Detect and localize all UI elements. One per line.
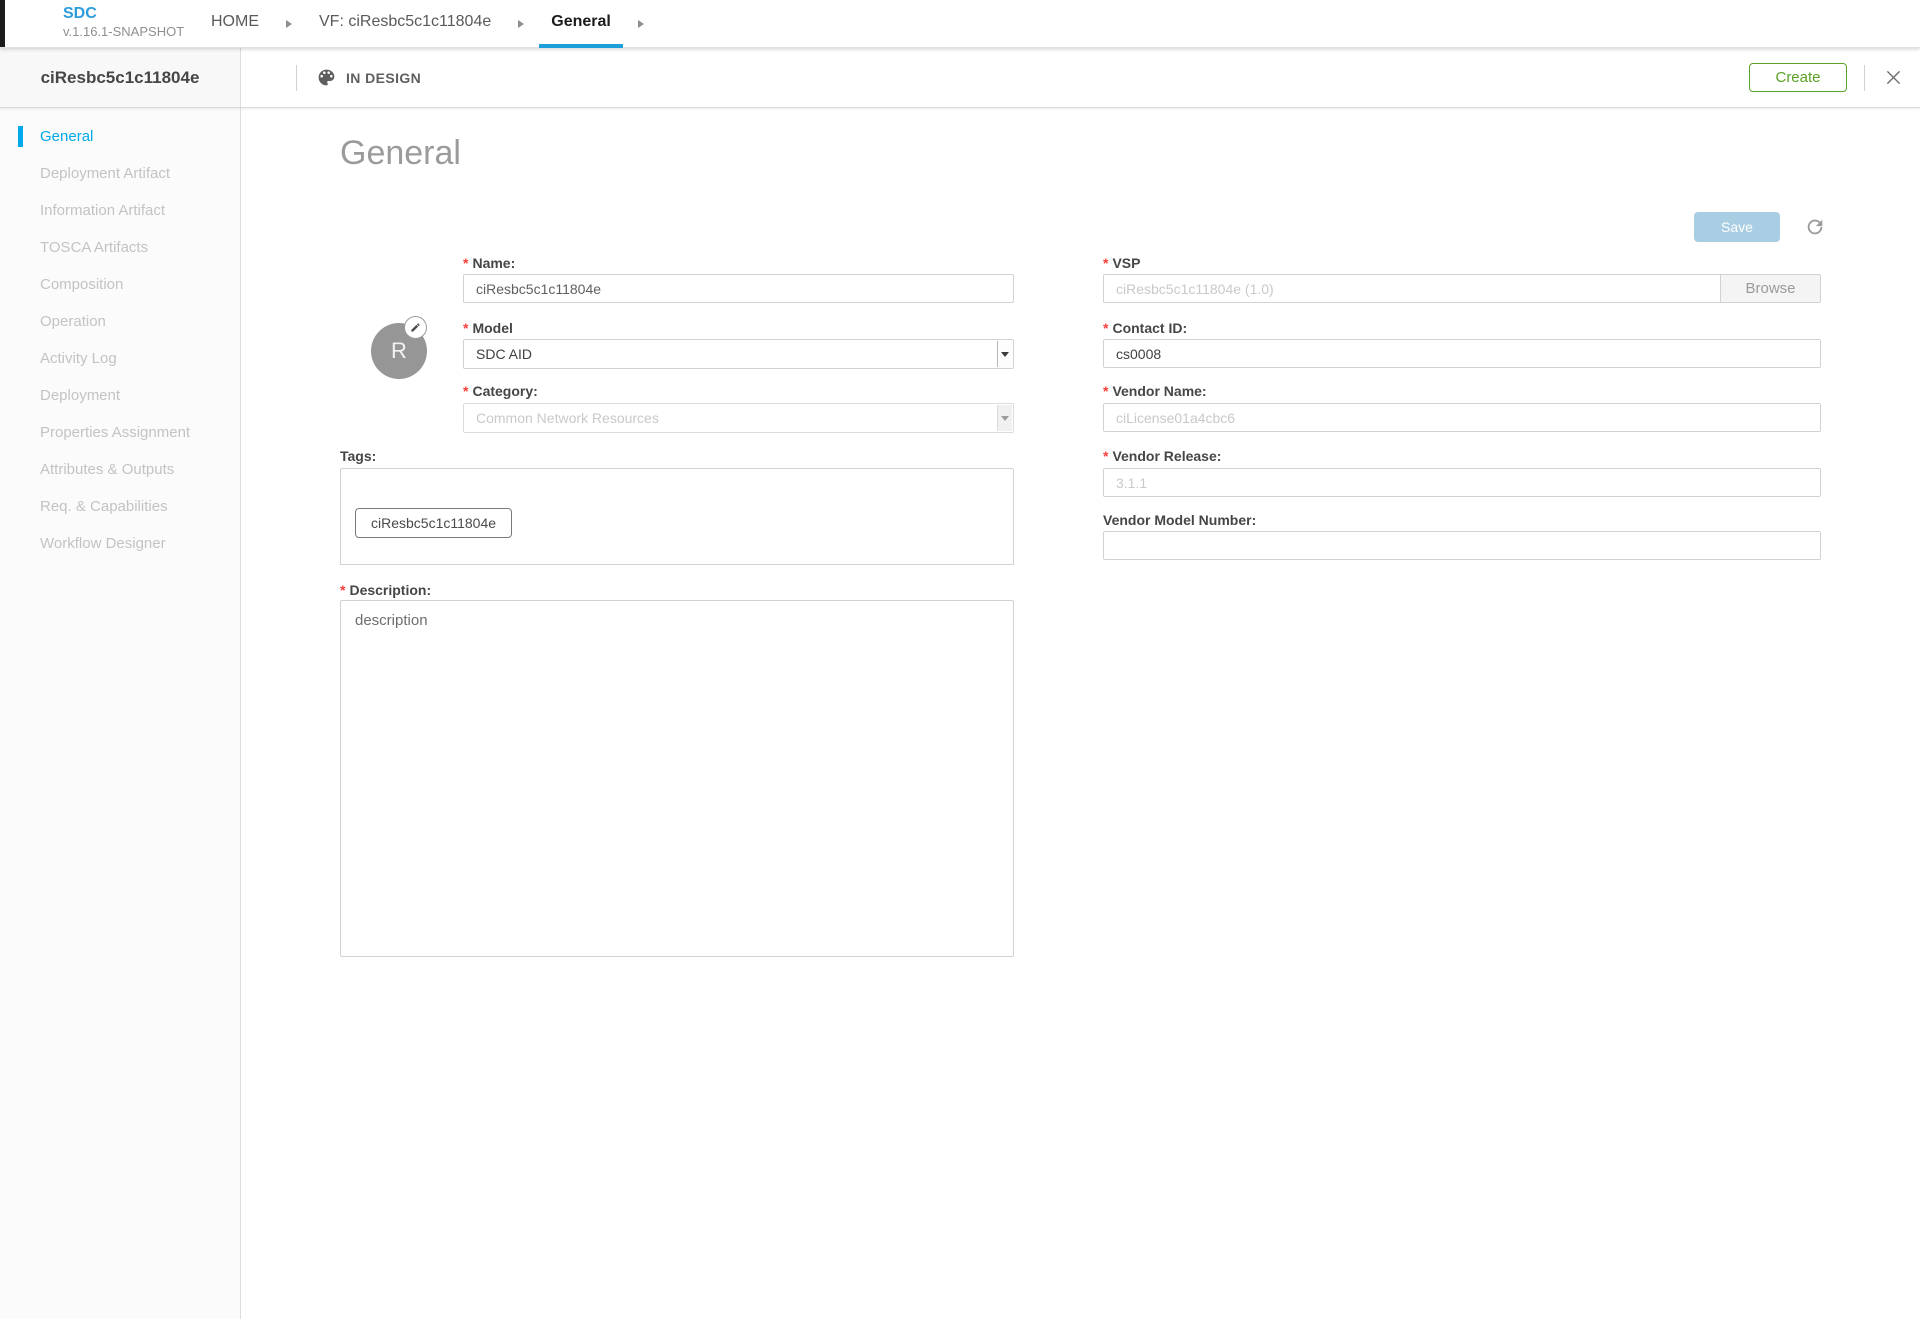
sidebar-item-deployment[interactable]: Deployment bbox=[0, 377, 240, 414]
sidebar-item-activity-log[interactable]: Activity Log bbox=[0, 340, 240, 377]
status-text: IN DESIGN bbox=[346, 70, 421, 86]
contact-id-label: *Contact ID: bbox=[1103, 320, 1187, 336]
vendor-release-label: *Vendor Release: bbox=[1103, 448, 1221, 464]
tags-container: ciResbc5c1c11804e bbox=[340, 496, 1014, 565]
breadcrumb-home[interactable]: HOME bbox=[199, 0, 271, 48]
description-label: *Description: bbox=[340, 582, 431, 598]
tags-input[interactable] bbox=[340, 468, 1014, 497]
form-toolbar: Save bbox=[1694, 212, 1826, 242]
breadcrumb-general-active-tab[interactable]: General bbox=[539, 0, 623, 48]
model-label: *Model bbox=[463, 320, 513, 336]
required-mark: * bbox=[463, 383, 468, 399]
tag-chip[interactable]: ciResbc5c1c11804e bbox=[355, 508, 512, 538]
name-input[interactable] bbox=[463, 274, 1014, 303]
chevron-right-icon bbox=[286, 20, 292, 28]
required-mark: * bbox=[1103, 255, 1108, 271]
avatar-initial: R bbox=[391, 338, 407, 364]
pencil-icon bbox=[410, 322, 421, 333]
chevron-down-icon bbox=[997, 341, 1012, 367]
chevron-right-icon bbox=[638, 20, 644, 28]
browse-button[interactable]: Browse bbox=[1720, 274, 1821, 303]
sidebar-item-workflow-designer[interactable]: Workflow Designer bbox=[0, 525, 240, 562]
vendor-release-input bbox=[1103, 468, 1821, 497]
vendor-model-number-input[interactable] bbox=[1103, 531, 1821, 560]
required-mark: * bbox=[463, 320, 468, 336]
vsp-label: *VSP bbox=[1103, 255, 1140, 271]
vendor-name-label: *Vendor Name: bbox=[1103, 383, 1207, 399]
window-edge-strip bbox=[0, 0, 5, 47]
sidebar-item-deployment-artifact[interactable]: Deployment Artifact bbox=[0, 155, 240, 192]
required-mark: * bbox=[340, 582, 345, 598]
sidebar-item-information-artifact[interactable]: Information Artifact bbox=[0, 192, 240, 229]
category-select: Common Network Resources bbox=[463, 403, 1014, 433]
vendor-name-input bbox=[1103, 403, 1821, 432]
revert-button[interactable] bbox=[1804, 216, 1826, 238]
required-mark: * bbox=[1103, 448, 1108, 464]
top-nav: SDC v.1.16.1-SNAPSHOT HOME VF: ciResbc5c… bbox=[0, 0, 1920, 48]
entity-header: ciResbc5c1c11804e IN DESIGN Create bbox=[0, 48, 1920, 108]
header-actions: Create bbox=[1749, 63, 1920, 92]
description-textarea[interactable]: description bbox=[340, 600, 1014, 957]
vsp-input bbox=[1103, 274, 1720, 303]
close-icon bbox=[1883, 67, 1904, 88]
palette-icon bbox=[316, 67, 337, 88]
refresh-icon bbox=[1804, 216, 1826, 238]
general-form-panel: General Save R *Name: *Model S bbox=[241, 108, 1920, 1319]
sidebar-item-attributes-outputs[interactable]: Attributes & Outputs bbox=[0, 451, 240, 488]
chevron-down-icon bbox=[997, 405, 1012, 431]
close-button[interactable] bbox=[1883, 67, 1904, 88]
model-select[interactable]: SDC AID bbox=[463, 339, 1014, 369]
sidebar-item-operation[interactable]: Operation bbox=[0, 303, 240, 340]
category-label: *Category: bbox=[463, 383, 538, 399]
required-mark: * bbox=[1103, 383, 1108, 399]
sidebar-item-req-capabilities[interactable]: Req. & Capabilities bbox=[0, 488, 240, 525]
required-mark: * bbox=[463, 255, 468, 271]
category-select-value: Common Network Resources bbox=[476, 410, 659, 426]
create-button[interactable]: Create bbox=[1749, 63, 1847, 92]
edit-avatar-button[interactable] bbox=[404, 316, 427, 339]
sidebar-item-tosca-artifacts[interactable]: TOSCA Artifacts bbox=[0, 229, 240, 266]
name-label: *Name: bbox=[463, 255, 515, 271]
sidebar-item-properties-assignment[interactable]: Properties Assignment bbox=[0, 414, 240, 451]
tags-label: Tags: bbox=[340, 448, 376, 464]
divider bbox=[296, 65, 297, 91]
sidebar-item-general[interactable]: General bbox=[0, 118, 240, 155]
breadcrumb: HOME VF: ciResbc5c1c11804e General bbox=[199, 0, 659, 48]
contact-id-input[interactable] bbox=[1103, 339, 1821, 368]
page-title: General bbox=[340, 134, 461, 173]
vendor-model-number-label: Vendor Model Number: bbox=[1103, 512, 1256, 528]
vsp-field: Browse bbox=[1103, 274, 1821, 303]
app-logo[interactable]: SDC v.1.16.1-SNAPSHOT bbox=[63, 5, 184, 39]
app-version: v.1.16.1-SNAPSHOT bbox=[63, 24, 184, 39]
divider bbox=[1864, 65, 1865, 91]
entity-name: ciResbc5c1c11804e bbox=[0, 48, 241, 107]
page-body: General Deployment Artifact Information … bbox=[0, 108, 1920, 1319]
model-select-value: SDC AID bbox=[476, 346, 532, 362]
save-button[interactable]: Save bbox=[1694, 212, 1780, 242]
breadcrumb-vf[interactable]: VF: ciResbc5c1c11804e bbox=[307, 0, 503, 48]
app-name: SDC bbox=[63, 5, 184, 23]
required-mark: * bbox=[1103, 320, 1108, 336]
sidebar-item-composition[interactable]: Composition bbox=[0, 266, 240, 303]
sidebar-menu: General Deployment Artifact Information … bbox=[0, 108, 241, 1319]
chevron-right-icon bbox=[518, 20, 524, 28]
lifecycle-status: IN DESIGN bbox=[316, 67, 421, 88]
